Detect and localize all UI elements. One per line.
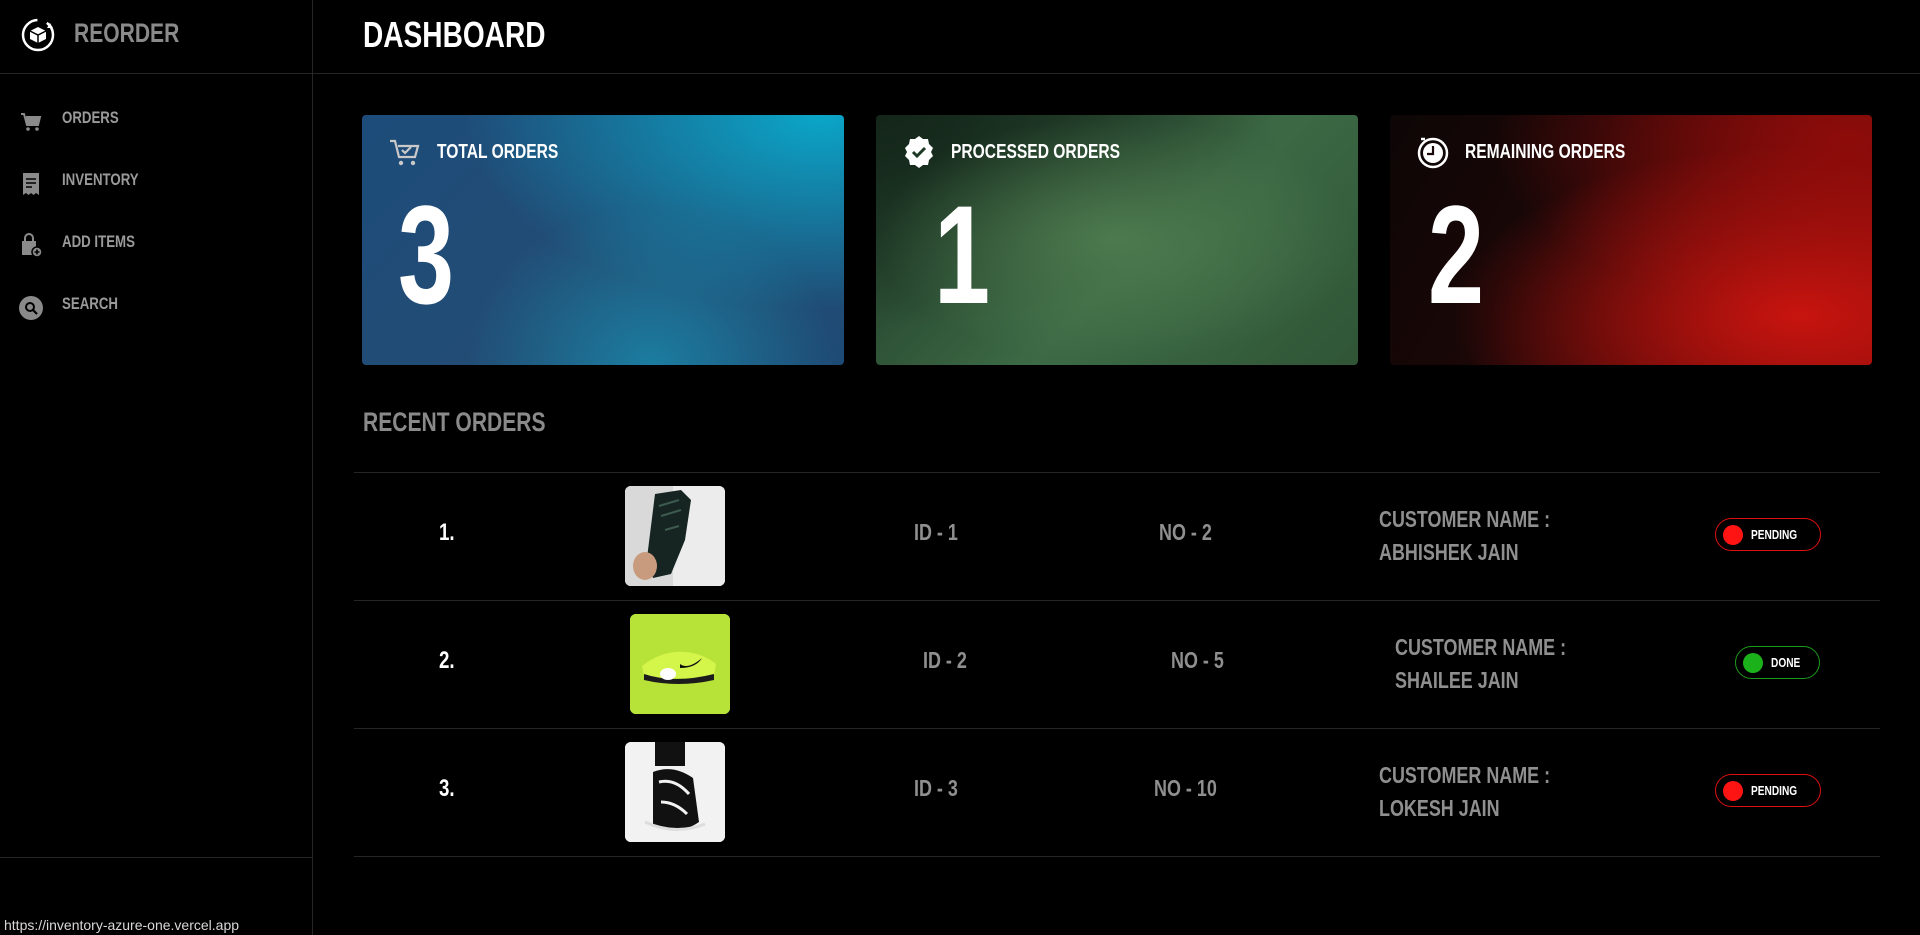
order-product-image[interactable]	[630, 614, 730, 714]
order-customer: CUSTOMER NAME : LOKESH JAIN	[1379, 759, 1550, 825]
cart-icon	[21, 113, 42, 131]
sidebar-item-orders[interactable]: ORDERS	[0, 100, 312, 162]
status-dot-icon	[1743, 652, 1763, 673]
order-quantity: NO - 2	[1159, 519, 1212, 545]
order-product-image[interactable]	[625, 742, 725, 842]
brand-name[interactable]: REORDER	[74, 18, 179, 49]
customer-name-label: CUSTOMER NAME :	[1379, 762, 1551, 788]
status-badge[interactable]: PENDING	[1715, 774, 1822, 807]
order-id: ID - 1	[914, 519, 958, 545]
shoe-photo	[630, 614, 730, 714]
order-customer: CUSTOMER NAME : SHAILEE JAIN	[1395, 631, 1566, 697]
stat-card-total-orders[interactable]: TOTAL ORDERS 3	[362, 115, 844, 365]
order-id: ID - 3	[914, 775, 958, 801]
search-icon	[19, 296, 43, 320]
page-title: DASHBOARD	[363, 14, 546, 55]
stat-card-title: REMAINING ORDERS	[1465, 141, 1626, 163]
stat-card-processed-orders[interactable]: PROCESSED ORDERS 1	[876, 115, 1358, 365]
sidebar-item-add-items[interactable]: ADD ITEMS	[0, 224, 312, 286]
cart-check-icon	[390, 139, 420, 166]
order-row[interactable]: 2. ID - 2 NO - 5 CUSTOMER NAME : SHAILEE…	[354, 600, 1880, 728]
receipt-icon	[23, 173, 39, 195]
sidebar-item-inventory[interactable]: INVENTORY	[0, 162, 312, 224]
status-bar-url: https://inventory-azure-one.vercel.app	[4, 917, 240, 933]
status-label: PENDING	[1751, 527, 1798, 542]
customer-name-label: CUSTOMER NAME :	[1379, 506, 1551, 532]
order-row[interactable]: 1. ID - 1 NO - 2 CUSTOMER NAME : ABHISHE…	[354, 472, 1880, 600]
sidebar: REORDER ORDERS INVENTORY ADD ITEMS SEARC…	[0, 0, 313, 935]
stat-card-value: 1	[934, 176, 991, 333]
customer-name: SHAILEE JAIN	[1395, 667, 1519, 693]
status-label: PENDING	[1751, 783, 1798, 798]
sidebar-item-label: ORDERS	[62, 108, 119, 127]
shoe-photo	[625, 486, 725, 586]
status-badge[interactable]: PENDING	[1715, 518, 1822, 551]
stat-card-value: 2	[1428, 176, 1485, 333]
sidebar-item-label: SEARCH	[62, 294, 119, 313]
bag-add-icon	[22, 233, 43, 258]
status-dot-icon	[1723, 524, 1743, 545]
order-quantity: NO - 5	[1171, 647, 1224, 673]
shoe-photo	[625, 742, 725, 842]
sidebar-item-search[interactable]: SEARCH	[0, 286, 312, 348]
brand-header: REORDER	[0, 0, 312, 74]
order-quantity: NO - 10	[1154, 775, 1217, 801]
recent-orders-title: RECENT ORDERS	[363, 407, 546, 437]
check-badge-icon	[905, 136, 933, 168]
customer-name-label: CUSTOMER NAME :	[1395, 634, 1567, 660]
stat-card-title: TOTAL ORDERS	[437, 141, 559, 163]
customer-name: ABHISHEK JAIN	[1379, 539, 1519, 565]
sidebar-nav: ORDERS INVENTORY ADD ITEMS SEARCH	[0, 100, 312, 348]
status-dot-icon	[1723, 780, 1743, 801]
status-label: DONE	[1771, 655, 1801, 670]
order-number: 3.	[439, 775, 455, 802]
order-number: 1.	[439, 519, 455, 546]
recent-orders-list: 1. ID - 1 NO - 2 CUSTOMER NAME : ABHISHE…	[354, 472, 1880, 857]
box-refresh-icon	[21, 18, 55, 52]
stat-card-remaining-orders[interactable]: REMAINING ORDERS 2	[1390, 115, 1872, 365]
sidebar-item-label: ADD ITEMS	[62, 232, 135, 251]
customer-name: LOKESH JAIN	[1379, 795, 1500, 821]
order-product-image[interactable]	[625, 486, 725, 586]
stat-card-title: PROCESSED ORDERS	[951, 141, 1121, 163]
order-row[interactable]: 3. ID - 3 NO - 10 CUSTOMER NAME : LOKESH…	[354, 728, 1880, 857]
page-header: DASHBOARD	[313, 0, 1920, 74]
status-badge[interactable]: DONE	[1735, 646, 1820, 679]
sidebar-divider	[0, 857, 312, 858]
sidebar-item-label: INVENTORY	[62, 170, 139, 189]
order-id: ID - 2	[923, 647, 967, 673]
clock-icon	[1417, 137, 1449, 169]
order-number: 2.	[439, 647, 455, 674]
order-customer: CUSTOMER NAME : ABHISHEK JAIN	[1379, 503, 1550, 569]
stat-card-value: 3	[398, 176, 455, 333]
